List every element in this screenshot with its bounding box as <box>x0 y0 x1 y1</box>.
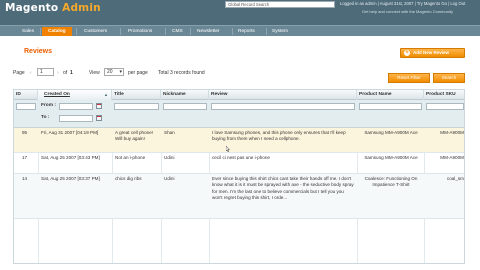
column-header-review[interactable]: Review <box>209 90 357 100</box>
row-product-sku: MM-A900M <box>440 155 464 160</box>
row-product-name: Samsung MM-A900M Ace <box>364 130 418 135</box>
filter-to-label: To : <box>41 115 50 120</box>
header-community-link[interactable]: Get help and connect with the Magento Co… <box>362 9 453 14</box>
column-header-id[interactable]: ID <box>14 90 38 100</box>
row-id: 14 <box>22 176 28 181</box>
filter-from-label: From : <box>41 103 56 108</box>
nav-separator <box>120 28 121 35</box>
filter-review-input[interactable] <box>211 103 355 110</box>
filter-created-from-input[interactable] <box>59 103 93 110</box>
filter-title-input[interactable] <box>114 103 159 110</box>
filter-product-name-input[interactable] <box>359 103 422 110</box>
total-records-label: Total 3 records found <box>158 70 205 76</box>
column-header-nickname[interactable]: Nickname <box>161 90 209 100</box>
calendar-icon[interactable] <box>96 115 102 121</box>
row-created-on: Sat, Aug 25 2007 [03:37 PM] <box>41 176 100 181</box>
plus-icon: + <box>404 50 410 56</box>
row-created-on: Sat, Aug 25 2007 [03:43 PM] <box>41 155 100 160</box>
nav-item-reports[interactable]: Reports <box>232 27 261 36</box>
per-page-label: per page <box>128 70 148 76</box>
filter-id-input[interactable] <box>16 103 36 110</box>
filter-created-to-input[interactable] <box>59 115 93 122</box>
row-title: chics dig ribs <box>115 176 142 181</box>
row-created-on: Fri, Aug 31 2007 [04:19 PM] <box>41 130 99 135</box>
nav-item-promotions[interactable]: Promotions <box>122 27 158 36</box>
next-page-icon[interactable]: › <box>57 70 59 76</box>
pager-page-label: Page <box>13 70 25 76</box>
nav-item-system[interactable]: System <box>266 27 294 36</box>
page-title: Reviews <box>24 48 53 55</box>
add-new-review-label: Add New Review <box>413 50 450 55</box>
sort-arrow-icon: ▲ <box>104 92 108 97</box>
per-page-select[interactable]: 20 ▾ <box>104 68 124 76</box>
row-review: I love Samsung phones, and this phone on… <box>212 130 346 142</box>
reviews-grid: ID Created On ▲ Title Nickname Review Pr… <box>13 89 465 264</box>
row-title: Not an i-phone <box>115 155 146 160</box>
nav-item-newsletter[interactable]: Newsletter <box>191 27 226 36</box>
nav-item-sales[interactable]: Sales <box>16 27 40 36</box>
nav-item-customers[interactable]: Customers <box>78 27 113 36</box>
row-product-name: Coalesce: Functioning On Impatience T-Sh… <box>364 176 418 188</box>
logo-text: Magento <box>5 2 59 14</box>
column-header-title[interactable]: Title <box>112 90 161 100</box>
column-header-product-sku[interactable]: Product SKU <box>424 90 464 100</box>
admin-header: Magento Admin Global Record Search Logge… <box>0 0 480 25</box>
column-header-created-on-label: Created On <box>44 92 70 97</box>
row-title: A great cell phone! Will buy again! <box>115 130 154 142</box>
header-links[interactable]: Logged in as admin | August 31st, 2007 |… <box>340 1 465 6</box>
row-product-name: Samsung MM-A900M Ace <box>364 155 418 160</box>
nav-separator <box>40 28 41 35</box>
table-row[interactable]: 95 Fri, Aug 31 2007 [04:19 PM] A great c… <box>14 128 464 153</box>
nav-item-cms[interactable]: CMS <box>166 27 189 36</box>
row-product-sku: MM-A900M <box>440 130 464 135</box>
row-nickname: Shan <box>164 130 175 135</box>
magento-logo[interactable]: Magento Admin <box>5 2 101 14</box>
prev-page-icon[interactable]: ‹ <box>30 70 32 76</box>
page-number-input[interactable]: 1 <box>37 68 54 76</box>
pager-of-label: of <box>63 70 68 76</box>
column-header-created-on[interactable]: Created On ▲ <box>38 90 112 100</box>
pager-view-label: View <box>89 70 100 76</box>
filter-product-sku-input[interactable] <box>426 103 464 110</box>
column-header-product-name[interactable]: Product Name <box>357 90 424 100</box>
row-nickname: Udini <box>164 155 175 160</box>
logo-suffix: Admin <box>62 2 101 14</box>
global-search-input[interactable]: Global Record Search <box>225 1 335 8</box>
calendar-icon[interactable] <box>96 103 102 109</box>
search-button[interactable]: Search <box>433 73 465 83</box>
add-new-review-button[interactable]: + Add New Review <box>400 48 465 58</box>
mouse-cursor-icon <box>226 146 230 152</box>
chevron-down-icon: ▾ <box>119 69 122 75</box>
grid-filter-row: From : To : <box>14 100 464 128</box>
row-review: Ever since buying this shirt chics cant … <box>212 176 354 201</box>
grid-header-row: ID Created On ▲ Title Nickname Review Pr… <box>14 90 464 100</box>
row-nickname: Udini <box>164 176 175 181</box>
nav-separator <box>76 28 77 35</box>
table-row[interactable]: 14 Sat, Aug 25 2007 [03:37 PM] chics dig… <box>14 174 464 219</box>
row-id: 17 <box>22 155 28 160</box>
row-id: 95 <box>22 130 28 135</box>
row-product-sku: coal_sm <box>446 176 464 181</box>
row-review: cecil ci nest pas une i-phone <box>212 155 270 160</box>
main-nav: Sales Catalog Customers Promotions CMS N… <box>0 25 480 36</box>
filter-nickname-input[interactable] <box>163 103 207 110</box>
per-page-value: 20 <box>107 69 113 75</box>
nav-item-catalog[interactable]: Catalog <box>42 27 72 36</box>
table-row[interactable]: 17 Sat, Aug 25 2007 [03:43 PM] Not an i-… <box>14 153 464 174</box>
reset-filter-button[interactable]: Reset Filter <box>388 73 430 83</box>
pager-total-pages: 1 <box>70 70 73 76</box>
